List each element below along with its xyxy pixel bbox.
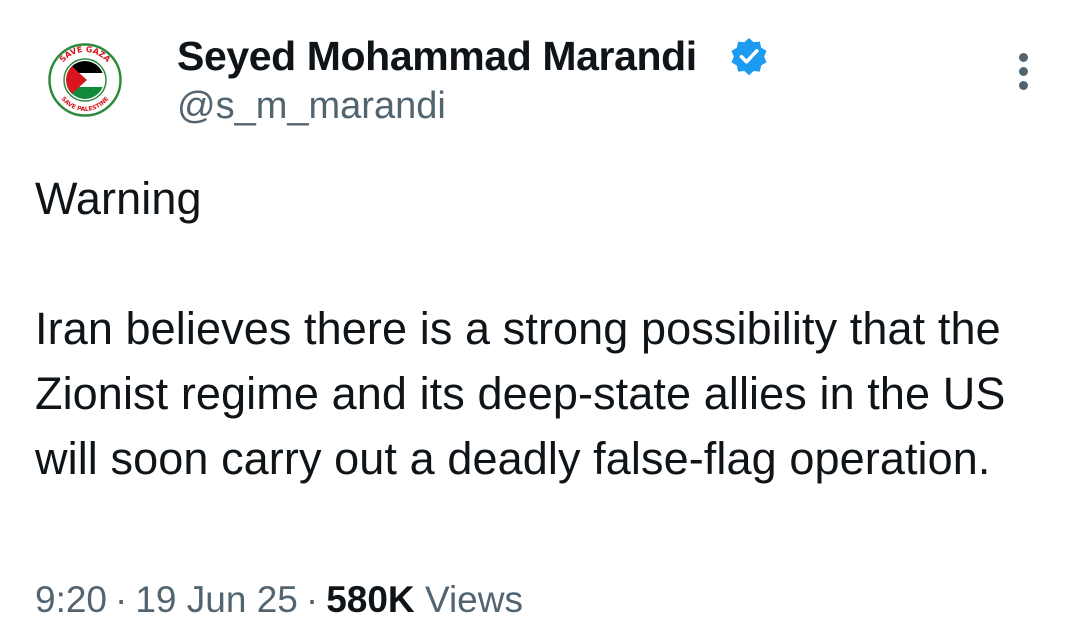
tweet-meta: 9:20 · 19 Jun 25 · 580K Views — [35, 575, 523, 625]
meta-separator: · — [115, 579, 128, 620]
tweet-text: Warning Iran believes there is a strong … — [35, 166, 1055, 491]
author-handle[interactable]: @s_m_marandi — [177, 82, 446, 130]
tweet-time[interactable]: 9:20 — [35, 579, 107, 620]
tweet-card: SAVE GAZA SAVE PALESTINE Seyed Mohammad … — [0, 0, 1080, 643]
tweet-header: SAVE GAZA SAVE PALESTINE Seyed Mohammad … — [0, 0, 1080, 150]
tweet-text-paragraph-2: Iran believes there is a strong possibil… — [35, 303, 1006, 484]
author-display-name[interactable]: Seyed Mohammad Marandi — [177, 30, 697, 82]
verified-badge-icon — [729, 36, 769, 76]
meta-separator: · — [305, 579, 319, 620]
views-label: Views — [424, 579, 523, 620]
avatar-image: SAVE GAZA SAVE PALESTINE — [48, 43, 122, 117]
more-options-icon[interactable] — [1004, 45, 1044, 97]
views-count: 580K — [326, 579, 415, 620]
avatar[interactable]: SAVE GAZA SAVE PALESTINE — [47, 42, 123, 118]
tweet-date[interactable]: 19 Jun 25 — [135, 579, 298, 620]
tweet-text-line-1: Warning — [35, 173, 202, 224]
